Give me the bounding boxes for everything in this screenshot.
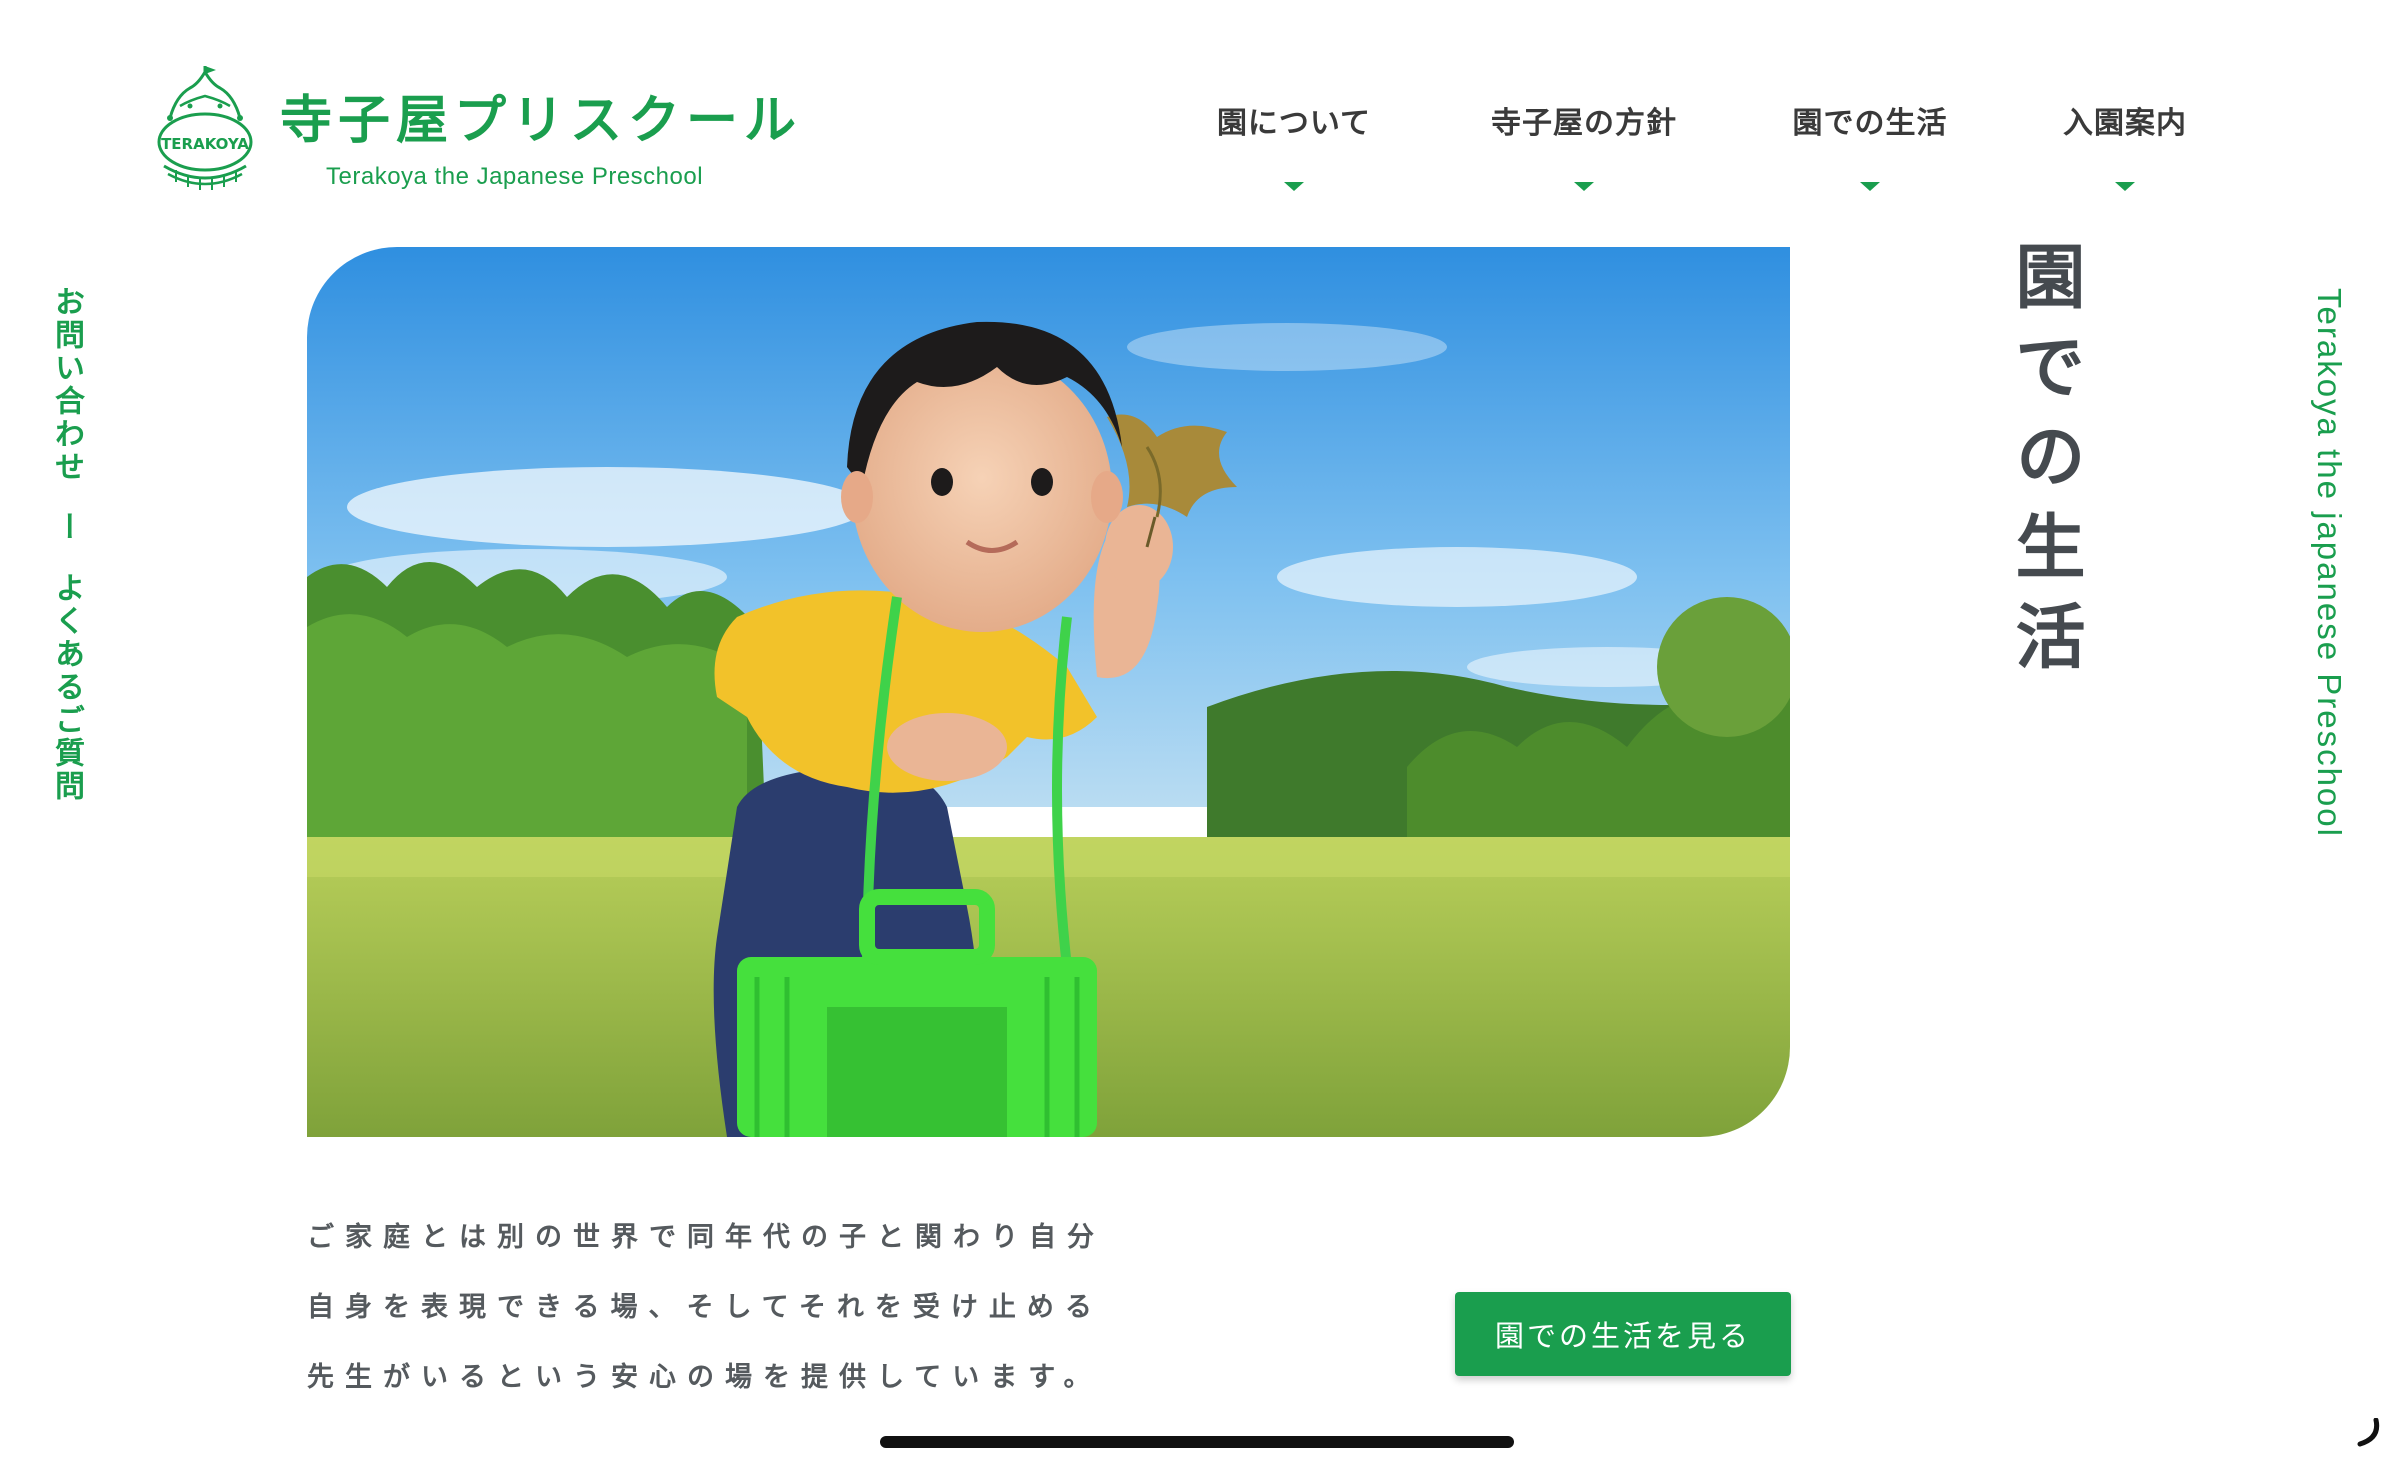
hero-image (307, 247, 1790, 1137)
site-logo[interactable]: TERAKOYA 寺子屋プリスクール Terakoya the Japanese… (150, 66, 802, 194)
hero-photo (307, 247, 1790, 1137)
section-heading: 園での生活 (2004, 240, 2086, 690)
home-indicator[interactable] (880, 1436, 1514, 1448)
terakoya-emblem-icon: TERAKOYA (157, 66, 253, 190)
nav-item-school-life[interactable]: 園での生活 (1790, 98, 1950, 191)
logo-title: 寺子屋プリスクール (280, 91, 803, 151)
side-links: お問い合わせ ー よくあるご質問 (46, 286, 86, 803)
corner-hook-icon (2357, 1418, 2380, 1447)
caret-down-icon (1860, 182, 1880, 191)
emblem-text: TERAKOYA (161, 135, 249, 153)
nav-item-label: 園について (1216, 106, 1372, 141)
description-line: 自身を表現できる場、そしてそれを受け止める (307, 1292, 1103, 1323)
nav-item-label: 寺子屋の方針 (1491, 106, 1677, 141)
caret-down-icon (1574, 182, 1594, 191)
nav-item-admission[interactable]: 入園案内 (2060, 98, 2190, 191)
side-link-separator: ー (49, 511, 84, 545)
page: TERAKOYA 寺子屋プリスクール Terakoya the Japanese… (0, 0, 2388, 1460)
section-description: ご家庭とは別の世界で同年代の子と関わり自分 自身を表現できる場、そしてそれを受け… (307, 1203, 1105, 1413)
description-line: 先生がいるという安心の場を提供しています。 (307, 1362, 1102, 1393)
side-english-text: Terakoya the japanese Preschool (2311, 288, 2348, 838)
view-school-life-button[interactable]: 園での生活を見る (1455, 1292, 1791, 1376)
caret-down-icon (1284, 182, 1304, 191)
caret-down-icon (2115, 182, 2135, 191)
main-nav: 園について 寺子屋の方針 園での生活 入園案内 (1190, 98, 2250, 194)
nav-item-policy[interactable]: 寺子屋の方針 (1484, 98, 1684, 191)
description-line: ご家庭とは別の世界で同年代の子と関わり自分 (307, 1222, 1105, 1253)
nav-item-label: 入園案内 (2063, 106, 2187, 141)
nav-item-about[interactable]: 園について (1214, 98, 1374, 191)
contact-link[interactable]: お問い合わせ (49, 286, 84, 484)
nav-item-label: 園での生活 (1792, 106, 1948, 141)
faq-link[interactable]: よくあるご質問 (49, 572, 84, 803)
logo-subtitle: Terakoya the Japanese Preschool (326, 163, 704, 190)
